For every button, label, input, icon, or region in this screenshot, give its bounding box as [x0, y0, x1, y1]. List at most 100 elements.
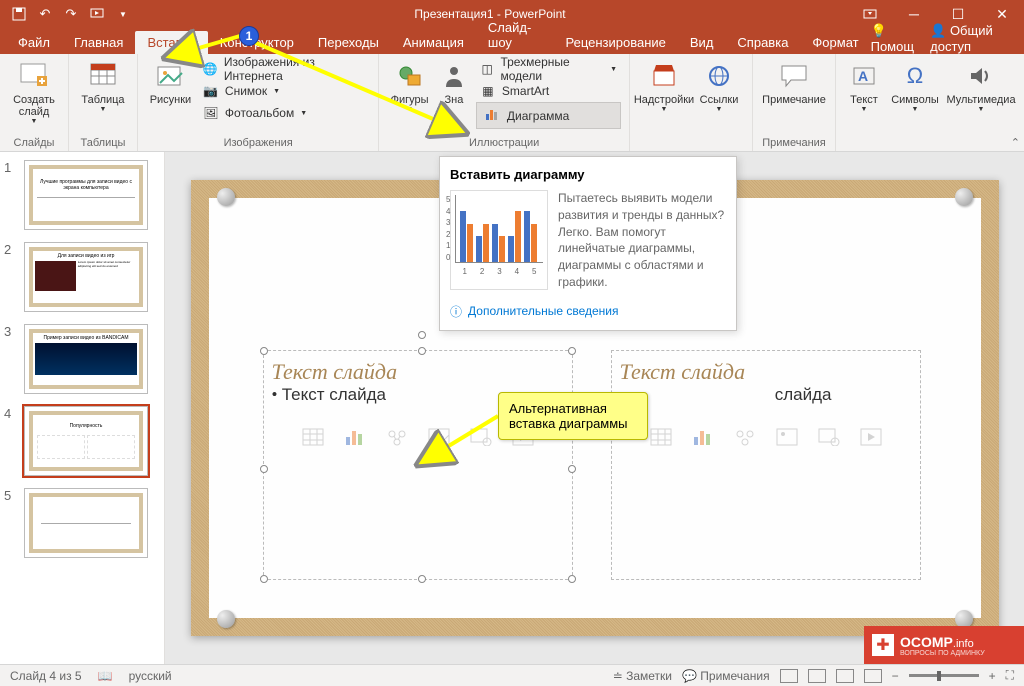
- annotation-arrow-1: [180, 30, 460, 145]
- language-indicator[interactable]: русский: [129, 669, 172, 683]
- group-label: [638, 147, 744, 149]
- slide-thumb-5[interactable]: [24, 488, 148, 558]
- sorter-view-icon[interactable]: [808, 669, 826, 683]
- redo-icon[interactable]: ↷: [62, 5, 80, 23]
- start-slideshow-icon[interactable]: [88, 5, 106, 23]
- group-comments: Примечание Примечания: [753, 54, 836, 151]
- omega-icon: Ω: [899, 60, 931, 92]
- bulb-icon: 💡: [871, 23, 887, 38]
- tab-file[interactable]: Файл: [6, 31, 62, 54]
- qat-dropdown-icon[interactable]: ▼: [114, 5, 132, 23]
- table-button[interactable]: Таблица ▼: [77, 58, 129, 115]
- symbols-button[interactable]: Ω Символы ▼: [888, 58, 942, 115]
- comment-icon: [778, 60, 810, 92]
- thumb-number: 1: [4, 160, 18, 230]
- slide-thumb-3[interactable]: Пример записи видео из BANDICAM: [24, 324, 148, 394]
- group-label: Примечания: [761, 135, 827, 149]
- placeholder-title: Текст слайда: [620, 359, 912, 385]
- group-label: Таблицы: [77, 135, 129, 149]
- slide-thumb-2[interactable]: Для записи видео из игрLorem ipsum dolor…: [24, 242, 148, 312]
- tab-help[interactable]: Справка: [725, 31, 800, 54]
- insert-smartart-icon[interactable]: [731, 425, 759, 449]
- insert-online-picture-icon[interactable]: [815, 425, 843, 449]
- undo-icon[interactable]: ↶: [36, 5, 54, 23]
- tooltip-more-link[interactable]: ⓘДополнительные сведения: [450, 303, 726, 320]
- content-placeholder-left[interactable]: Текст слайда • Текст слайда: [263, 350, 573, 580]
- link-icon: [703, 60, 735, 92]
- notes-button[interactable]: ≐ Заметки: [613, 669, 672, 683]
- collapse-ribbon-icon[interactable]: ⌃: [1011, 136, 1020, 149]
- watermark: ✚ OCOMP.info ВОПРОСЫ ПО АДМИНКУ: [864, 626, 1024, 664]
- speaker-icon: [965, 60, 997, 92]
- group-tables: Таблица ▼ Таблицы: [69, 54, 138, 151]
- tab-format[interactable]: Формат: [800, 31, 870, 54]
- store-icon: [648, 60, 680, 92]
- save-icon[interactable]: [10, 5, 28, 23]
- pin-icon: [217, 610, 235, 628]
- tab-home[interactable]: Главная: [62, 31, 135, 54]
- insert-smartart-icon[interactable]: [383, 425, 411, 449]
- tab-view[interactable]: Вид: [678, 31, 726, 54]
- group-label: Слайды: [8, 135, 60, 149]
- tooltip-title: Вставить диаграмму: [450, 167, 726, 182]
- smartart-icon: ▦: [480, 83, 496, 99]
- insert-picture-icon[interactable]: [773, 425, 801, 449]
- chart-button[interactable]: Диаграмма: [476, 102, 621, 129]
- insert-chart-icon[interactable]: [689, 425, 717, 449]
- tab-slideshow[interactable]: Слайд-шоу: [476, 16, 554, 54]
- content-placeholder-right[interactable]: Текст слайда слайда: [611, 350, 921, 580]
- cube-icon: ◫: [480, 61, 495, 77]
- share-button[interactable]: 👤 Общий доступ: [930, 23, 1014, 54]
- slide-thumb-4[interactable]: Популярность: [24, 406, 148, 476]
- chart-tooltip: Вставить диаграмму 543210 12345 Пытаетес…: [439, 156, 737, 331]
- chart-icon: [485, 107, 501, 124]
- slideshow-view-icon[interactable]: [864, 669, 882, 683]
- table-icon: [87, 60, 119, 92]
- placeholder-title: Текст слайда: [272, 359, 564, 385]
- zoom-slider[interactable]: [909, 674, 979, 677]
- new-slide-button[interactable]: Создать слайд ▼: [8, 58, 60, 127]
- comment-button[interactable]: Примечание: [761, 58, 827, 108]
- insert-table-icon[interactable]: [299, 425, 327, 449]
- watermark-plus-icon: ✚: [872, 634, 894, 656]
- smartart-button[interactable]: ▦SmartArt: [476, 80, 621, 102]
- quick-access-toolbar: ↶ ↷ ▼: [0, 5, 132, 23]
- insert-chart-icon[interactable]: [341, 425, 369, 449]
- pin-icon: [955, 188, 973, 206]
- group-text: A Текст ▼ Ω Символы ▼ Мультимедиа ▼: [836, 54, 1024, 151]
- insert-table-icon[interactable]: [647, 425, 675, 449]
- annotation-badge-1: 1: [239, 26, 259, 46]
- textbox-icon: A: [848, 60, 880, 92]
- group-slides: Создать слайд ▼ Слайды: [0, 54, 69, 151]
- slide-thumbnails-panel: 1Лучшие программы для записи видео с экр…: [0, 152, 165, 664]
- text-button[interactable]: A Текст ▼: [844, 58, 884, 115]
- tab-review[interactable]: Рецензирование: [554, 31, 678, 54]
- tell-me[interactable]: 💡 Помощ: [871, 23, 921, 54]
- spellcheck-icon[interactable]: 📖: [98, 669, 113, 683]
- zoom-in-icon[interactable]: +: [989, 669, 996, 683]
- reading-view-icon[interactable]: [836, 669, 854, 683]
- slide-position: Слайд 4 из 5: [10, 669, 82, 683]
- pin-icon: [217, 188, 235, 206]
- svg-text:A: A: [858, 68, 868, 84]
- slide-thumb-1[interactable]: Лучшие программы для записи видео с экра…: [24, 160, 148, 230]
- tooltip-chart-preview: 543210 12345: [450, 190, 548, 290]
- insert-video-icon[interactable]: [857, 425, 885, 449]
- group-label: [844, 147, 1016, 149]
- thumb-number: 4: [4, 406, 18, 476]
- ribbon: Создать слайд ▼ Слайды Таблица ▼ Таблицы…: [0, 54, 1024, 152]
- share-icon: 👤: [930, 23, 946, 38]
- status-bar: Слайд 4 из 5 📖 русский ≐ Заметки 💬 Приме…: [0, 664, 1024, 686]
- addins-button[interactable]: Надстройки ▼: [638, 58, 690, 115]
- links-button[interactable]: Ссылки ▼: [694, 58, 744, 115]
- normal-view-icon[interactable]: [780, 669, 798, 683]
- fit-window-icon[interactable]: ⛶: [1006, 668, 1014, 683]
- placeholder-icons: [620, 425, 912, 449]
- media-button[interactable]: Мультимедиа ▼: [946, 58, 1016, 115]
- 3d-models-button[interactable]: ◫Трехмерные модели ▼: [476, 58, 621, 80]
- comments-button[interactable]: 💬 Примечания: [682, 669, 770, 683]
- help-icon: ⓘ: [450, 303, 462, 320]
- zoom-out-icon[interactable]: −: [892, 669, 899, 683]
- ribbon-tabs: Файл Главная Вставка Конструктор Переход…: [0, 28, 1024, 54]
- thumb-number: 2: [4, 242, 18, 312]
